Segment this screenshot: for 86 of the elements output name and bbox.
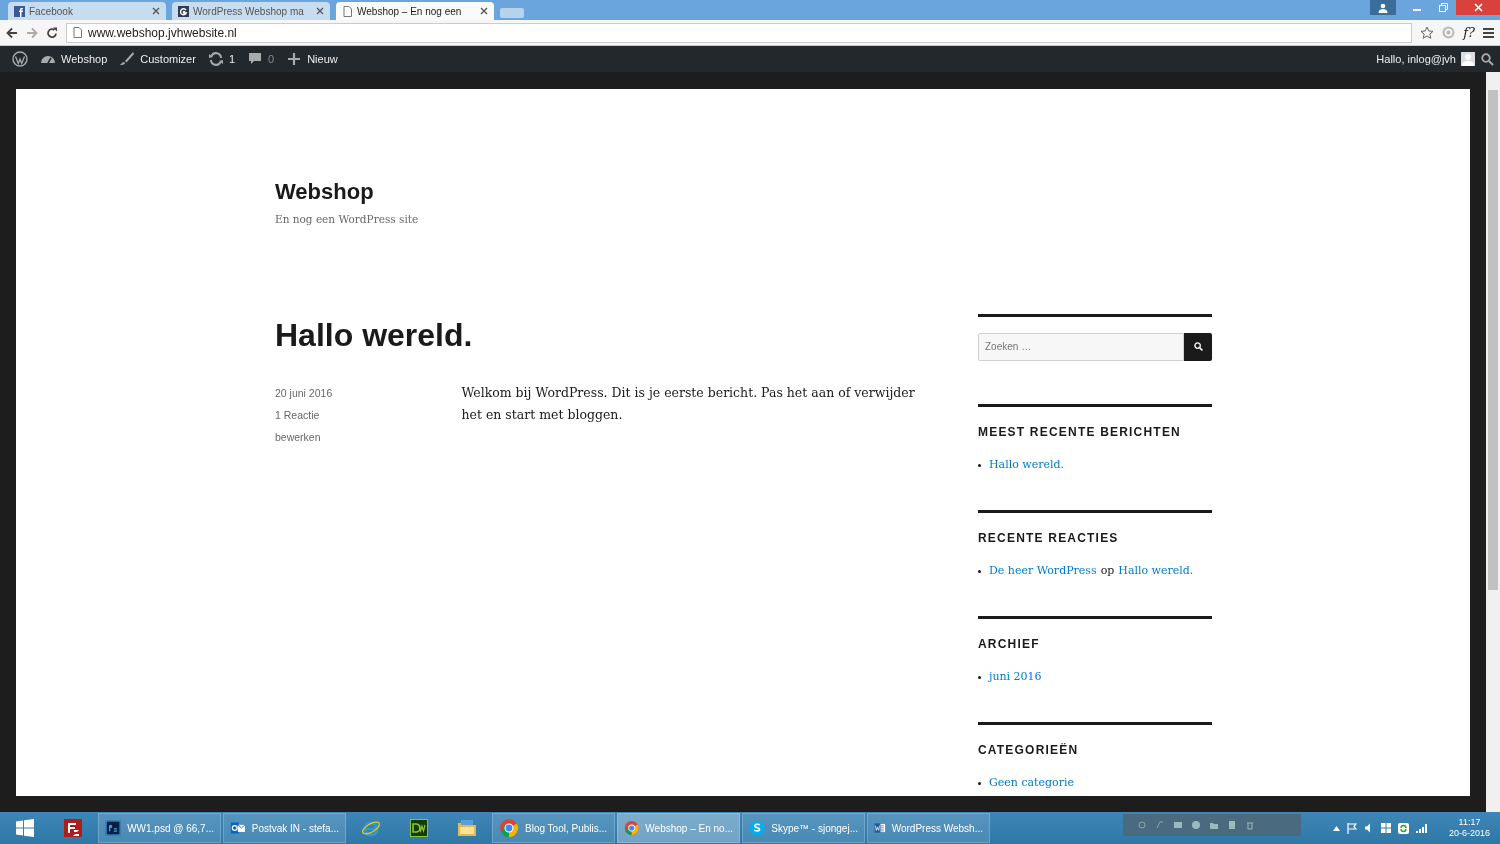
tool-icon[interactable] xyxy=(1136,820,1147,830)
post-meta-link[interactable]: 20 juni 2016 xyxy=(275,382,462,405)
close-button[interactable] xyxy=(1456,0,1500,15)
bullet xyxy=(978,569,981,573)
tool-icon[interactable] xyxy=(1208,820,1219,830)
site-tagline: En nog een WordPress site xyxy=(275,212,420,227)
refresh-icon xyxy=(207,51,224,67)
post-title[interactable]: Hallo wereld. xyxy=(275,315,930,355)
post-body: Welkom bij WordPress. Dit is je eerste bericht. Pas het aan of verwijder het en start met bloggen. xyxy=(461,384,916,425)
widget-link[interactable]: Geen categorie xyxy=(989,774,1074,792)
widget-link[interactable]: Hallo wereld. xyxy=(989,456,1065,474)
post-meta-link[interactable]: 1 Reactie xyxy=(275,404,462,427)
widget-link[interactable]: De heer WordPress xyxy=(989,562,1097,580)
internet-explorer-icon xyxy=(361,818,381,838)
widget-text: op xyxy=(1100,562,1115,579)
sync-icon[interactable] xyxy=(1397,822,1409,834)
folder-icon xyxy=(457,818,477,838)
browser-tab[interactable]: Webshop – En nog een xyxy=(336,2,494,20)
brush-icon xyxy=(119,51,136,67)
close-icon[interactable] xyxy=(480,7,488,15)
windows-logo-icon[interactable] xyxy=(1380,823,1391,833)
widget-title: ARCHIEF xyxy=(978,635,1041,653)
taskbar-button[interactable]: WordPress Websh... xyxy=(867,813,990,843)
admin-bar-item[interactable]: Customizer xyxy=(113,46,202,72)
user-button[interactable] xyxy=(1370,0,1396,15)
browser-tab[interactable]: Facebook xyxy=(8,2,166,20)
page-icon xyxy=(342,5,353,17)
restore-icon xyxy=(1438,3,1448,12)
widget-title: CATEGORIEËN xyxy=(978,741,1080,759)
menu-icon[interactable] xyxy=(1483,27,1494,38)
filezilla-icon xyxy=(63,818,83,838)
admin-bar-item[interactable]: 0 xyxy=(241,46,281,72)
admin-bar-item[interactable]: 1 xyxy=(201,46,242,72)
bullet xyxy=(978,675,981,679)
facebook-icon xyxy=(14,5,25,17)
tool-icon[interactable] xyxy=(1226,820,1237,830)
windows-logo-icon xyxy=(15,818,35,838)
bullet xyxy=(978,781,981,785)
admin-bar-item[interactable]: Webshop xyxy=(34,46,114,72)
url-text: www.webshop.jvhwebsite.nl xyxy=(88,24,237,42)
star-icon[interactable] xyxy=(1420,25,1435,40)
widget-link[interactable]: juni 2016 xyxy=(989,668,1042,686)
chevron-up-icon[interactable] xyxy=(1332,825,1340,831)
clock[interactable]: 11:17 20-6-2016 xyxy=(1448,817,1490,839)
dreamweaver-icon xyxy=(409,818,429,838)
back-icon[interactable] xyxy=(6,26,18,39)
avatar-icon xyxy=(1461,52,1475,66)
search-icon xyxy=(1193,342,1203,352)
taskbar-button[interactable]: WW1.psd @ 66,7... xyxy=(98,813,221,843)
search-field[interactable]: Zoeken … xyxy=(978,332,1184,361)
widget-title: RECENTE REACTIES xyxy=(978,529,1120,547)
close-icon xyxy=(1473,3,1483,12)
wordpress-logo-icon xyxy=(12,51,28,67)
browser-tab[interactable]: WordPress Webshop ma xyxy=(172,2,330,20)
account-menu[interactable]: Hallo, inlog@jvh xyxy=(1370,46,1481,72)
chrome-icon xyxy=(624,818,640,838)
close-icon[interactable] xyxy=(152,7,160,15)
g-logo-icon xyxy=(178,5,189,17)
close-icon[interactable] xyxy=(316,7,324,15)
tool-icon[interactable] xyxy=(1244,820,1255,830)
reload-icon[interactable] xyxy=(46,26,58,39)
admin-bar-item[interactable]: Nieuw xyxy=(280,46,344,72)
taskbar-button[interactable]: Skype™ - sjongej... xyxy=(742,813,865,843)
chrome-icon xyxy=(499,818,519,838)
photoshop-icon xyxy=(105,818,122,838)
site-title[interactable]: Webshop xyxy=(275,175,374,208)
tool-icon[interactable] xyxy=(1190,820,1201,830)
search-icon[interactable] xyxy=(1481,52,1494,66)
signal-icon[interactable] xyxy=(1415,823,1428,833)
taskbar-button[interactable]: Blog Tool, Publis... xyxy=(492,813,615,843)
tool-icon[interactable] xyxy=(1172,820,1183,830)
plus-icon xyxy=(286,51,303,67)
user-icon xyxy=(1378,2,1388,13)
scrollbar[interactable] xyxy=(1486,72,1500,812)
comment-icon xyxy=(247,51,264,67)
bullet xyxy=(978,463,981,467)
search-button[interactable] xyxy=(1184,332,1212,361)
extension-button[interactable]: f? xyxy=(1463,22,1475,43)
flag-icon[interactable] xyxy=(1346,822,1357,834)
skype-icon xyxy=(749,818,766,838)
widget-link[interactable]: Hallo wereld. xyxy=(1118,562,1194,580)
address-bar[interactable]: www.webshop.jvhwebsite.nl xyxy=(66,22,1413,43)
page-icon xyxy=(73,27,82,38)
post-meta-link[interactable]: bewerken xyxy=(275,426,462,449)
taskbar-button[interactable]: Postvak IN - stefa... xyxy=(223,813,346,843)
widget-title: MEEST RECENTE BERICHTEN xyxy=(978,423,1182,441)
